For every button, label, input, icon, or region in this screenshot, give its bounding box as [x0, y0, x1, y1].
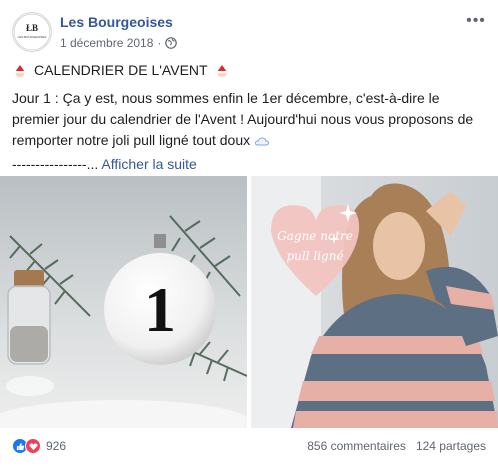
- post-body: Jour 1 : Ça y est, nous sommes enfin le …: [12, 88, 490, 151]
- sweater-photo: Gagne notre pull ligné: [251, 176, 498, 428]
- post-body-line: Jour 1 : Ça y est, nous sommes enfin le …: [12, 90, 440, 106]
- post-title: CALENDRIER DE L'AVENT: [34, 62, 208, 78]
- page-avatar[interactable]: ŁB LES BOURGEOISES: [12, 12, 52, 52]
- post-body-line: premier jour du calendrier de l'Avent ! …: [12, 111, 474, 127]
- page-name-link[interactable]: Les Bourgeoises: [60, 14, 173, 30]
- reactions-count: 926: [46, 439, 67, 453]
- svg-text:LES BOURGEOISES: LES BOURGEOISES: [18, 35, 47, 39]
- cloud-icon: [255, 137, 270, 146]
- post-text: CALENDRIER DE L'AVENT Jour 1 : Ça y est,…: [12, 60, 490, 175]
- love-reaction-icon: [25, 438, 41, 454]
- shares-count-link[interactable]: 124 partages: [416, 439, 486, 453]
- post-footer: 926 856 commentaires 124 partages: [12, 436, 486, 458]
- globe-icon[interactable]: [165, 37, 178, 49]
- comments-count-link[interactable]: 856 commentaires: [307, 439, 406, 453]
- post-media: 1 Gagne notre pull ligné: [0, 176, 498, 428]
- heart-text-line2: pull ligné: [286, 249, 343, 263]
- ornament-number: 1: [144, 274, 176, 345]
- engagement-counts: 856 commentaires 124 partages: [307, 439, 486, 453]
- page-logo: ŁB LES BOURGEOISES: [13, 13, 51, 51]
- ornament-photo: 1: [0, 176, 247, 428]
- santa-icon: [14, 64, 26, 78]
- post-date[interactable]: 1 décembre 2018: [60, 36, 153, 50]
- see-more-row: ----------------... Afficher la suite: [12, 154, 490, 175]
- post-title-row: CALENDRIER DE L'AVENT: [12, 60, 490, 81]
- post-body-line: remporter notre joli pull ligné tout dou…: [12, 130, 490, 151]
- see-more-link[interactable]: Afficher la suite: [101, 156, 196, 172]
- santa-icon: [216, 64, 228, 78]
- post-header: ŁB LES BOURGEOISES Les Bourgeoises 1 déc…: [12, 12, 488, 52]
- post-meta: 1 décembre 2018 ·: [60, 36, 178, 50]
- svg-text:ŁB: ŁB: [26, 23, 38, 33]
- reactions-summary[interactable]: 926: [12, 438, 66, 454]
- heart-text-line1: Gagne notre: [277, 229, 353, 243]
- ellipsis-text: ----------------...: [12, 156, 99, 172]
- photo-sweater[interactable]: Gagne notre pull ligné: [251, 176, 498, 428]
- photo-ornament[interactable]: 1: [0, 176, 247, 428]
- more-options-icon[interactable]: •••: [464, 12, 488, 32]
